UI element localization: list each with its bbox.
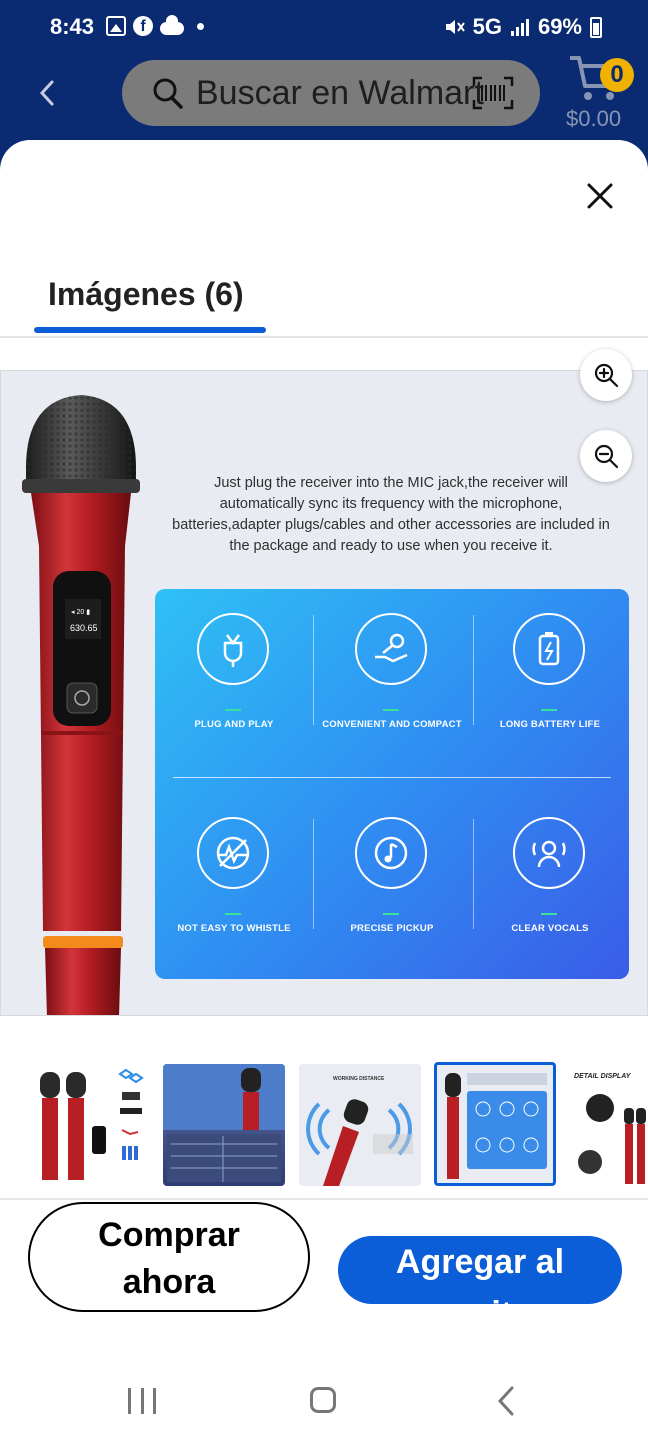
cart-count-badge: 0 — [600, 58, 634, 92]
search-bar[interactable]: Buscar en Walmart — [122, 60, 540, 126]
system-nav-bar — [0, 1360, 648, 1440]
feature-long-battery: LONG BATTERY LIFE — [471, 589, 629, 749]
cart-button[interactable]: 0 $0.00 — [560, 48, 640, 138]
thumbnail-image: WORKING DISTANCE — [306, 1076, 413, 1186]
thumbnail-image: DETAIL DISPLAY — [574, 1073, 646, 1184]
recents-button[interactable] — [128, 1388, 156, 1414]
status-bar: 8:43 f 5G 69% — [0, 0, 648, 56]
svg-text:◂ 20 ▮: ◂ 20 ▮ — [71, 609, 90, 616]
close-icon — [587, 183, 613, 209]
voice-icon — [532, 840, 566, 868]
music-note-icon — [374, 836, 408, 870]
battery-icon — [538, 632, 560, 666]
image-caption: Just plug the receiver into the MIC jack… — [172, 475, 610, 554]
main-product-image[interactable]: ◂ 20 ▮ 630.65 Just plug the receiver int… — [0, 370, 648, 1016]
thumbnail-5[interactable]: DETAIL DISPLAY — [570, 1064, 648, 1186]
cloud-icon — [160, 14, 184, 35]
feature-precise-pickup: PRECISE PICKUP — [313, 793, 471, 953]
mute-icon — [445, 20, 465, 34]
thumbnail-3[interactable]: WORKING DISTANCE — [299, 1064, 421, 1186]
system-back-button[interactable] — [494, 1384, 518, 1418]
thumbnail-image — [445, 1073, 547, 1179]
thumbnail-title: WORKING DISTANCE — [333, 1076, 385, 1082]
mic-frequency-readout: 630.65 — [70, 623, 98, 633]
feature-convenient-compact: CONVENIENT AND COMPACT — [313, 589, 471, 749]
search-placeholder: Buscar en Walmart — [196, 74, 484, 112]
zoom-out-button[interactable] — [580, 430, 632, 482]
product-images-screen: 8:43 f 5G 69% Buscar en Walmart 0 $0.00 … — [0, 0, 648, 1440]
barcode-scan-icon[interactable] — [472, 76, 514, 110]
hand-mic-icon — [375, 633, 408, 663]
thumbnail-title: DETAIL DISPLAY — [574, 1073, 632, 1080]
buy-now-label-line1: Comprar — [98, 1216, 240, 1254]
thumbnail-4-selected[interactable] — [434, 1062, 556, 1186]
feature-plug-and-play: PLUG AND PLAY — [155, 589, 313, 749]
buy-now-label-line2: ahora — [122, 1263, 216, 1301]
panel-separator — [173, 777, 611, 778]
add-to-cart-label: Agregar al carrito — [395, 1243, 565, 1304]
more-notifications-icon — [197, 22, 204, 30]
add-to-cart-button[interactable]: Agregar al carrito — [338, 1236, 622, 1304]
buy-now-button[interactable]: Comprar ahora — [28, 1202, 310, 1312]
notification-icons: f — [106, 14, 204, 36]
thumbnail-2[interactable] — [163, 1064, 285, 1186]
zoom-out-icon — [594, 444, 619, 469]
chevron-left-icon — [39, 80, 54, 106]
zoom-in-icon — [594, 363, 619, 388]
microphone-image: ◂ 20 ▮ 630.65 — [22, 395, 140, 1015]
tab-active-indicator — [34, 327, 266, 333]
thumbnail-image — [40, 1068, 144, 1180]
zoom-in-button[interactable] — [580, 349, 632, 401]
no-feedback-icon — [216, 836, 250, 870]
back-arrow-icon — [497, 1386, 514, 1416]
feature-not-easy-whistle: NOT EASY TO WHISTLE — [155, 793, 313, 953]
thumbnail-strip: WORKING DISTANCE DETAIL DISPLAY — [0, 1062, 648, 1188]
status-time: 8:43 — [50, 14, 95, 39]
feature-clear-vocals: CLEAR VOCALS — [471, 793, 629, 953]
battery-percent: 69% — [537, 14, 582, 39]
signal-icon — [510, 19, 529, 36]
search-icon — [153, 78, 183, 109]
status-right: 5G 69% — [443, 14, 602, 40]
features-panel: PLUG AND PLAY CONVENIENT AND COMPACT LON… — [155, 589, 629, 979]
action-divider — [0, 1198, 648, 1200]
thumbnail-image — [163, 1064, 285, 1182]
facebook-icon: f — [133, 16, 153, 36]
cart-total: $0.00 — [566, 106, 622, 131]
tab-divider — [0, 336, 648, 338]
battery-icon — [590, 16, 602, 38]
network-label: 5G — [472, 14, 502, 39]
gallery-icon — [106, 16, 126, 36]
tab-images[interactable]: Imágenes (6) — [48, 276, 244, 313]
home-button[interactable] — [310, 1387, 336, 1413]
plug-icon — [223, 634, 243, 667]
close-button[interactable] — [580, 176, 620, 216]
thumbnail-1[interactable] — [26, 1064, 148, 1186]
back-button[interactable] — [34, 76, 64, 110]
